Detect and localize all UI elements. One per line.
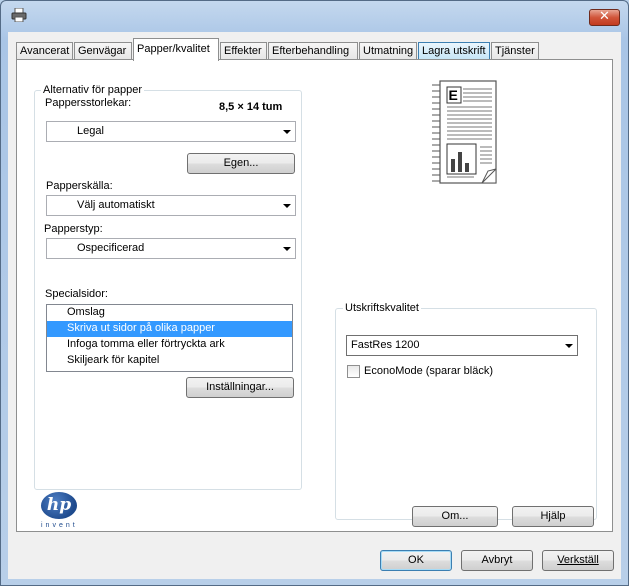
tab-page-papper-kvalitet: Alternativ för papper Pappersstorlekar: … [16, 59, 613, 532]
paper-source-label: Papperskälla: [46, 180, 113, 192]
paper-size-label: Pappersstorlekar: [45, 97, 132, 109]
help-button[interactable]: Hjälp [512, 506, 594, 527]
paper-type-dropdown[interactable]: Ospecificerad [46, 238, 296, 259]
chevron-down-icon [283, 204, 291, 208]
paper-size-value: Legal [77, 125, 104, 137]
economode-label: EconoMode (sparar bläck) [364, 365, 494, 377]
page-preview-image: E [432, 80, 497, 184]
hp-logo-text: hp [46, 495, 72, 515]
tab-genvagar[interactable]: Genvägar [74, 42, 132, 60]
chevron-down-icon [283, 130, 291, 134]
custom-size-button[interactable]: Egen... [187, 153, 295, 174]
tab-tjanster[interactable]: Tjänster [491, 42, 539, 60]
about-button[interactable]: Om... [412, 506, 498, 527]
dialog-client: Avancerat Genvägar Papper/kvalitet Effek… [8, 32, 621, 579]
cancel-button[interactable]: Avbryt [461, 550, 533, 571]
paper-options-legend: Alternativ för papper [41, 84, 145, 96]
special-pages-list[interactable]: Omslag Skriva ut sidor på olika papper I… [46, 304, 293, 372]
list-item-omslag[interactable]: Omslag [47, 305, 292, 321]
tab-effekter[interactable]: Effekter [220, 42, 267, 60]
chevron-down-icon [565, 344, 573, 348]
print-quality-value: FastRes 1200 [351, 339, 420, 351]
close-button[interactable]: ✕ [589, 9, 620, 26]
paper-type-label: Papperstyp: [44, 223, 103, 235]
preview-letter: E [449, 87, 458, 103]
tab-lagra-utskrift[interactable]: Lagra utskrift [418, 42, 490, 60]
hp-logo: hp [41, 492, 77, 519]
tab-avancerat[interactable]: Avancerat [16, 42, 73, 60]
special-pages-settings-button[interactable]: Inställningar... [186, 377, 294, 398]
paper-size-dimensions: 8,5 × 14 tum [219, 101, 283, 113]
paper-size-dropdown[interactable]: Legal [46, 121, 296, 142]
tab-papper-kvalitet[interactable]: Papper/kvalitet [133, 38, 219, 61]
paper-source-value: Välj automatiskt [77, 199, 155, 211]
paper-source-dropdown[interactable]: Välj automatiskt [46, 195, 296, 216]
chevron-down-icon [283, 247, 291, 251]
special-pages-label: Specialsidor: [45, 288, 108, 300]
printer-properties-window: ✕ Avancerat Genvägar Papper/kvalitet Eff… [0, 0, 629, 586]
printer-icon [11, 8, 27, 22]
print-quality-dropdown[interactable]: FastRes 1200 [346, 335, 578, 356]
title-bar: ✕ [1, 1, 628, 31]
print-quality-legend: Utskriftskvalitet [343, 302, 421, 314]
list-item-tomma-ark[interactable]: Infoga tomma eller förtryckta ark [47, 337, 292, 353]
economode-checkbox[interactable] [347, 365, 360, 378]
hp-invent-text: invent [41, 522, 78, 529]
tab-utmatning[interactable]: Utmatning [359, 42, 417, 60]
paper-type-value: Ospecificerad [77, 242, 145, 254]
ok-button[interactable]: OK [380, 550, 452, 571]
list-item-skiljeark[interactable]: Skiljeark för kapitel [47, 353, 292, 369]
tab-efterbehandling[interactable]: Efterbehandling [268, 42, 358, 60]
list-item-olika-papper[interactable]: Skriva ut sidor på olika papper [47, 321, 292, 337]
apply-button[interactable]: Verkställ [542, 550, 614, 571]
